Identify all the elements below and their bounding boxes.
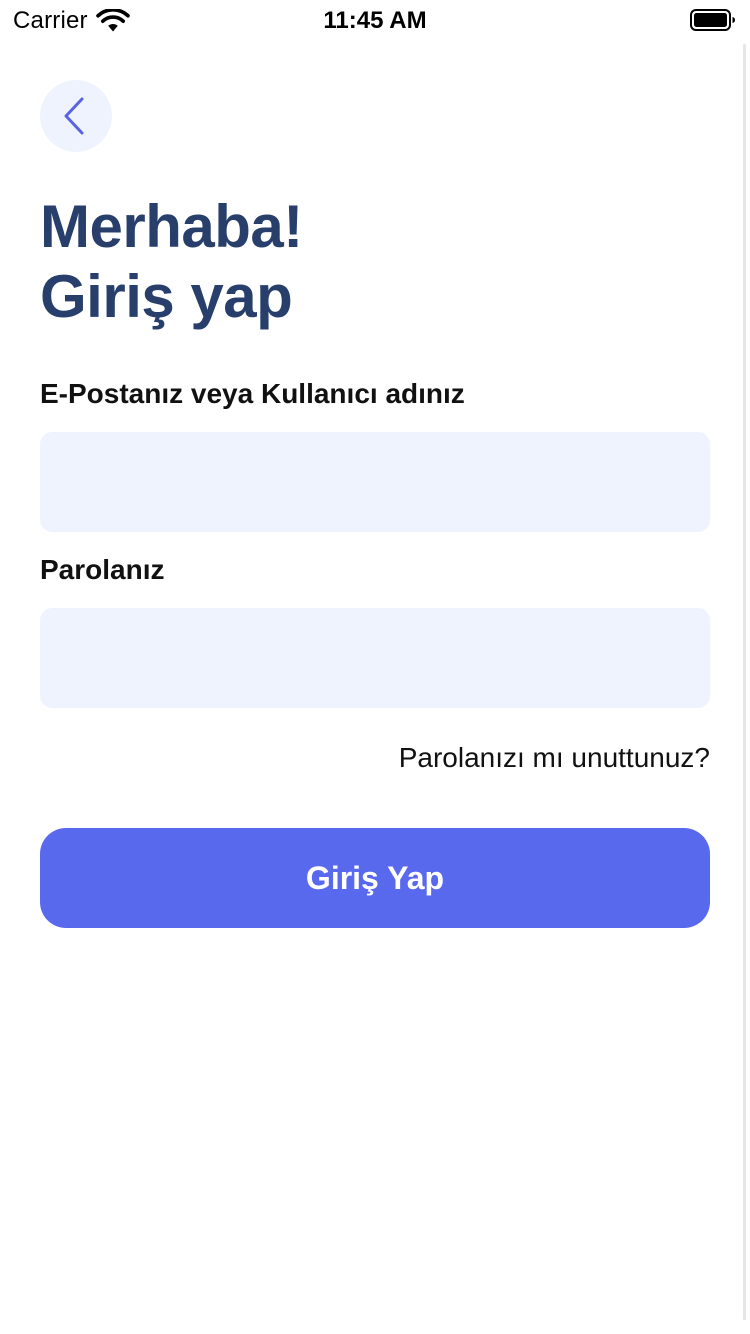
- forgot-password-link[interactable]: Parolanızı mı unuttunuz?: [399, 740, 710, 776]
- back-button[interactable]: [40, 80, 112, 152]
- chevron-left-icon: [64, 97, 84, 135]
- password-field[interactable]: [40, 608, 710, 708]
- email-label: E-Postanız veya Kullanıcı adınız: [40, 378, 465, 409]
- status-bar: Carrier 11:45 AM: [0, 0, 750, 40]
- login-title-text: Giriş yap: [40, 263, 293, 330]
- page-title: Merhaba! Giriş yap: [40, 192, 303, 332]
- greeting-text: Merhaba!: [40, 193, 303, 260]
- password-label: Parolanız: [40, 554, 165, 585]
- status-time: 11:45 AM: [323, 7, 427, 34]
- scroll-indicator: [743, 44, 746, 1320]
- email-field[interactable]: [40, 432, 710, 532]
- login-button[interactable]: Giriş Yap: [40, 828, 710, 928]
- battery-full-icon: [690, 9, 735, 31]
